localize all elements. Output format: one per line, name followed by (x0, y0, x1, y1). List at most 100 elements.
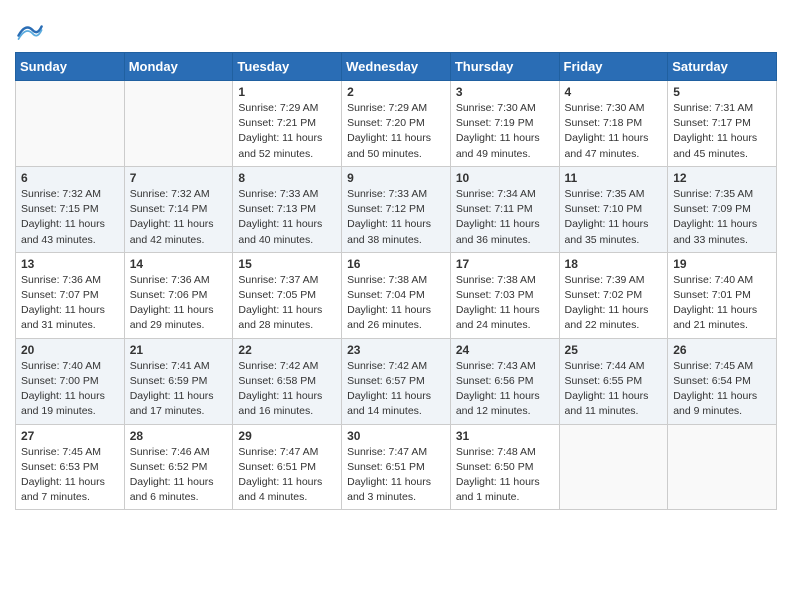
cell-content: Sunrise: 7:31 AM Sunset: 7:17 PM Daylight:… (673, 101, 771, 162)
sunrise-text: Sunrise: 7:31 AM (673, 102, 753, 114)
day-number: 3 (456, 85, 554, 99)
daylight-text: Daylight: 11 hours and 47 minutes. (565, 132, 649, 159)
cell-content: Sunrise: 7:39 AMSunset: 7:02 PMDaylight:… (565, 273, 663, 334)
daylight-text: Daylight: 11 hours and 6 minutes. (130, 476, 214, 503)
cell-content: Sunrise: 7:29 AMSunset: 7:20 PMDaylight:… (347, 101, 445, 162)
week-row-1: 1Sunrise: 7:29 AMSunset: 7:21 PMDaylight… (16, 81, 777, 167)
cell-content: Sunrise: 7:35 AMSunset: 7:09 PMDaylight:… (673, 187, 771, 248)
day-number: 24 (456, 343, 554, 357)
sunset-text: Sunset: 7:18 PM (565, 117, 643, 129)
sunrise-text: Sunrise: 7:32 AM (21, 188, 101, 200)
day-number: 18 (565, 257, 663, 271)
calendar-cell: 24 Sunrise: 7:43 AMSunset: 6:56 PMDayligh… (450, 338, 559, 424)
day-number: 11 (565, 171, 663, 185)
daylight-text: Daylight: 11 hours and 3 minutes. (347, 476, 431, 503)
daylight-text: Daylight: 11 hours and 1 minute. (456, 476, 540, 503)
sunset-text: Sunset: 7:06 PM (130, 289, 208, 301)
week-row-5: 27Sunrise: 7:45 AMSunset: 6:53 PMDayligh… (16, 424, 777, 510)
calendar-cell (559, 424, 668, 510)
daylight-text: Daylight: 11 hours and 52 minutes. (238, 132, 322, 159)
day-number: 12 (673, 171, 771, 185)
day-number: 17 (456, 257, 554, 271)
cell-content: Sunrise: 7:33 AMSunset: 7:12 PMDaylight:… (347, 187, 445, 248)
calendar-cell: 25Sunrise: 7:44 AMSunset: 6:55 PMDayligh… (559, 338, 668, 424)
cell-content: Sunrise: 7:43 AMSunset: 6:56 PMDaylight:… (456, 359, 554, 420)
daylight-text: Daylight: 11 hours and 28 minutes. (238, 304, 322, 331)
sunrise-text: Sunrise: 7:36 AM (21, 274, 101, 286)
day-number: 19 (673, 257, 771, 271)
day-number: 14 (130, 257, 228, 271)
daylight-text: Daylight: 11 hours and 19 minutes. (21, 390, 105, 417)
sunset-text: Sunset: 6:58 PM (238, 375, 316, 387)
sunrise-text: Sunrise: 7:38 AM (456, 274, 536, 286)
day-number: 15 (238, 257, 336, 271)
sunset-text: Sunset: 7:15 PM (21, 203, 99, 215)
cell-content: Sunrise: 7:45 AMSunset: 6:54 PMDaylight:… (673, 359, 771, 420)
daylight-text: Daylight: 11 hours and 36 minutes. (456, 218, 540, 245)
calendar-cell: 10Sunrise: 7:34 AMSunset: 7:11 PMDayligh… (450, 166, 559, 252)
daylight-text: Daylight: 11 hours and 7 minutes. (21, 476, 105, 503)
day-number: 25 (565, 343, 663, 357)
logo-icon (15, 16, 43, 44)
col-header-thursday: Thursday (450, 53, 559, 81)
sunset-text: Sunset: 7:13 PM (238, 203, 316, 215)
sunset-text: Sunset: 7:09 PM (673, 203, 751, 215)
cell-content: Sunrise: 7:45 AMSunset: 6:53 PMDaylight:… (21, 445, 119, 506)
calendar-cell: 12 Sunrise: 7:35 AMSunset: 7:09 PMDayligh… (668, 166, 777, 252)
sunrise-text: Sunrise: 7:30 AM (456, 102, 536, 114)
sunset-text: Sunset: 6:52 PM (130, 461, 208, 473)
sunrise-text: Sunrise: 7:32 AM (130, 188, 210, 200)
day-number: 4 (565, 85, 663, 99)
sunset-text: Sunset: 7:17 PM (673, 117, 751, 129)
sunrise-text: Sunrise: 7:37 AM (238, 274, 318, 286)
col-header-wednesday: Wednesday (342, 53, 451, 81)
calendar-cell: 15Sunrise: 7:37 AMSunset: 7:05 PMDayligh… (233, 252, 342, 338)
col-header-saturday: Saturday (668, 53, 777, 81)
sunset-text: Sunset: 7:07 PM (21, 289, 99, 301)
sunset-text: Sunset: 6:57 PM (347, 375, 425, 387)
day-number: 21 (130, 343, 228, 357)
day-number: 26 (673, 343, 771, 357)
calendar-cell: 18 Sunrise: 7:39 AMSunset: 7:02 PMDayligh… (559, 252, 668, 338)
cell-content: Sunrise: 7:46 AMSunset: 6:52 PMDaylight:… (130, 445, 228, 506)
calendar-cell: 5Sunrise: 7:31 AMSunset: 7:17 PMDaylight… (668, 81, 777, 167)
daylight-text: Daylight: 11 hours and 43 minutes. (21, 218, 105, 245)
daylight-text: Daylight: 11 hours and 45 minutes. (673, 132, 757, 159)
logo (15, 16, 47, 44)
sunrise-text: Sunrise: 7:35 AM (565, 188, 645, 200)
day-number: 29 (238, 429, 336, 443)
day-number: 30 (347, 429, 445, 443)
col-header-friday: Friday (559, 53, 668, 81)
sunrise-text: Sunrise: 7:36 AM (130, 274, 210, 286)
cell-content: Sunrise: 7:34 AMSunset: 7:11 PMDaylight:… (456, 187, 554, 248)
sunrise-text: Sunrise: 7:29 AM (347, 102, 427, 114)
sunset-text: Sunset: 6:51 PM (238, 461, 316, 473)
daylight-text: Daylight: 11 hours and 29 minutes. (130, 304, 214, 331)
sunrise-text: Sunrise: 7:38 AM (347, 274, 427, 286)
daylight-text: Daylight: 11 hours and 16 minutes. (238, 390, 322, 417)
sunrise-text: Sunrise: 7:44 AM (565, 360, 645, 372)
week-row-2: 6Sunrise: 7:32 AMSunset: 7:15 PMDaylight… (16, 166, 777, 252)
sunset-text: Sunset: 7:21 PM (238, 117, 316, 129)
daylight-text: Daylight: 11 hours and 4 minutes. (238, 476, 322, 503)
sunrise-text: Sunrise: 7:45 AM (21, 446, 101, 458)
calendar-cell: 1Sunrise: 7:29 AMSunset: 7:21 PMDaylight… (233, 81, 342, 167)
sunrise-text: Sunrise: 7:45 AM (673, 360, 753, 372)
calendar-cell: 30Sunrise: 7:47 AMSunset: 6:51 PMDayligh… (342, 424, 451, 510)
calendar-cell: 14 Sunrise: 7:36 AM Sunset: 7:06 PM Dayligh… (124, 252, 233, 338)
sunset-text: Sunset: 6:55 PM (565, 375, 643, 387)
cell-content: Sunrise: 7:44 AMSunset: 6:55 PMDaylight:… (565, 359, 663, 420)
calendar-cell: 23Sunrise: 7:42 AMSunset: 6:57 PMDayligh… (342, 338, 451, 424)
cell-content: Sunrise: 7:40 AMSunset: 7:01 PMDaylight:… (673, 273, 771, 334)
header (15, 10, 777, 44)
daylight-text: Daylight: 11 hours and 31 minutes. (21, 304, 105, 331)
daylight-text: Daylight: 11 hours and 35 minutes. (565, 218, 649, 245)
daylight-text: Daylight: 11 hours and 42 minutes. (130, 218, 214, 245)
day-number: 2 (347, 85, 445, 99)
cell-content: Sunrise: 7:30 AMSunset: 7:19 PMDaylight:… (456, 101, 554, 162)
daylight-text: Daylight: 11 hours and 50 minutes. (347, 132, 431, 159)
cell-content: Sunrise: 7:47 AMSunset: 6:51 PMDaylight:… (238, 445, 336, 506)
day-number: 16 (347, 257, 445, 271)
sunrise-text: Sunrise: 7:34 AM (456, 188, 536, 200)
calendar-cell: 7Sunrise: 7:32 AMSunset: 7:14 PMDaylight… (124, 166, 233, 252)
